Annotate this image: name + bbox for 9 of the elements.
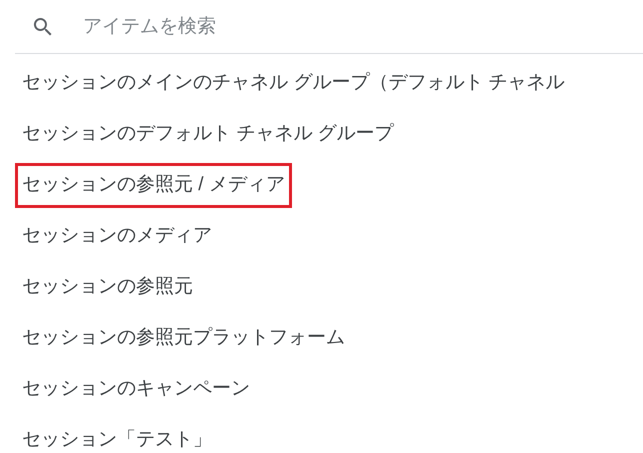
list-item[interactable]: セッションのメディア xyxy=(15,214,219,259)
list-item[interactable]: セッションのメインのチャネル グループ（デフォルト チャネル xyxy=(15,61,572,106)
list-item[interactable]: セッションの参照元 / メディア xyxy=(15,163,292,208)
list-item[interactable]: セッションのキャンペーン xyxy=(15,367,257,412)
list-item[interactable]: セッションのデフォルト チャネル グループ xyxy=(15,112,401,157)
list-item[interactable]: セッション「テスト」 xyxy=(15,418,219,453)
list-item[interactable]: セッションの参照元 xyxy=(15,265,200,310)
list-item[interactable]: セッションの参照元プラットフォーム xyxy=(15,316,352,361)
search-field[interactable]: アイテムを検索 xyxy=(83,10,643,44)
